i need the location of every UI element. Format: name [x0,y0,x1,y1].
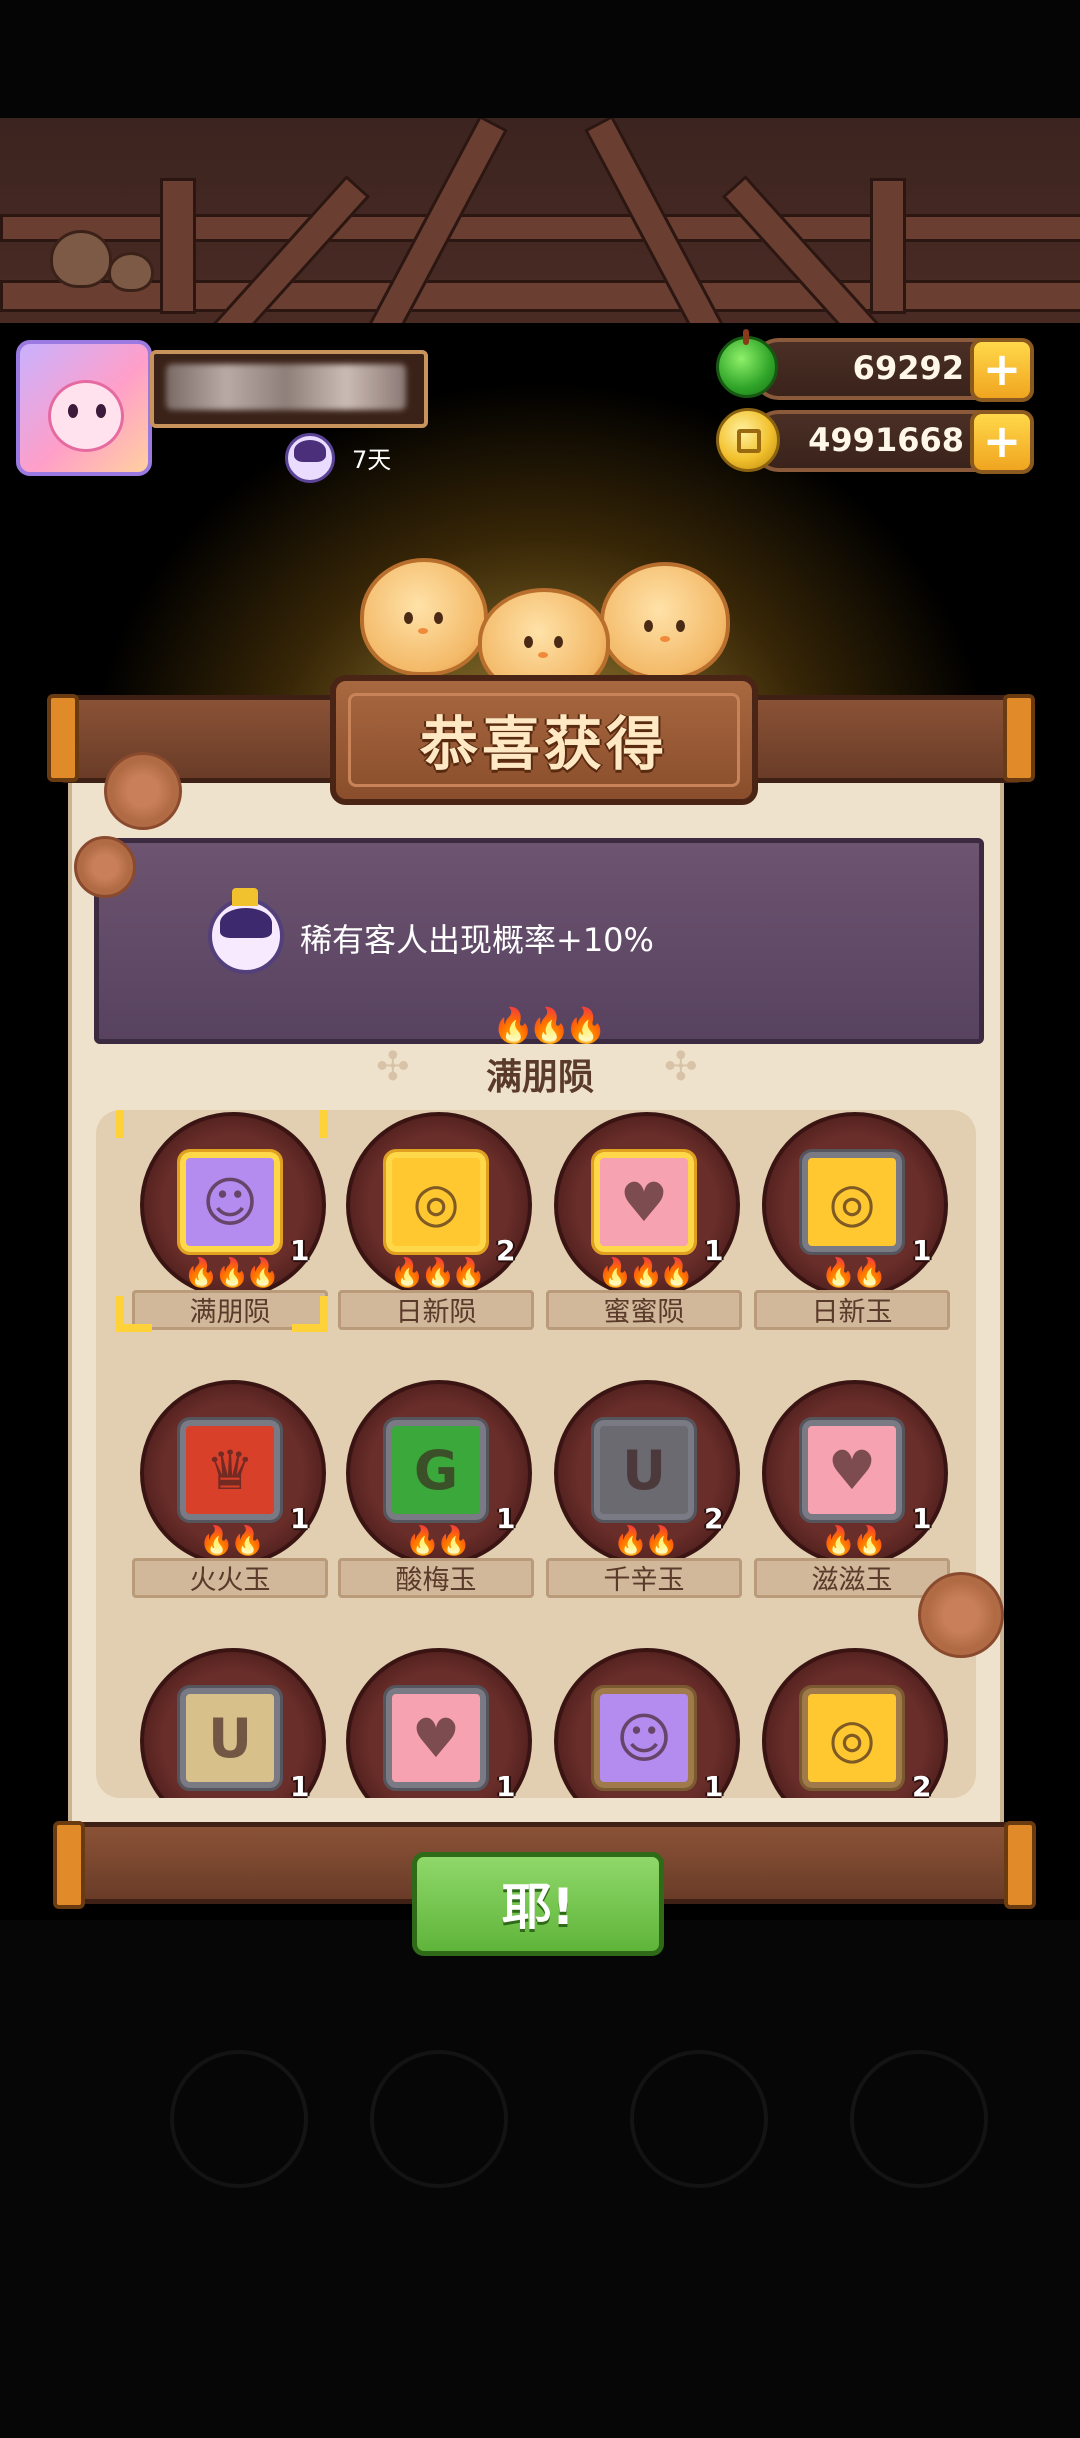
fire-crown-icon: ♛ [177,1417,283,1523]
selection-corner [116,1110,152,1138]
reward-item[interactable]: ☺ 1 [546,1646,746,1798]
item-flames: 🔥🔥 [613,1524,679,1557]
top-bar [0,0,1080,118]
reward-item[interactable]: ♥ 1 [338,1646,538,1798]
reward-item[interactable]: U1 [132,1646,332,1798]
fish-icon: ◎ [383,1149,489,1255]
featured-item-name: 满朋陨 [485,1057,594,1098]
selection-corner [292,1110,328,1138]
rare-guest-icon [208,888,284,974]
player-name-bar [150,350,428,428]
reward-grid[interactable]: ☺ 1 🔥🔥🔥 满朋陨 ◎ 2 🔥🔥🔥 日新陨 ♥ 1 🔥🔥🔥 蜜蜜陨 ◎ 1 🔥🔥 日新玉 ♛ 1 🔥🔥 火火玉 G 1… [96,1110,976,1798]
item-count: 1 [704,1770,724,1798]
dialog-title: 恭喜获得 [419,710,668,778]
swirl-icon: G [383,1417,489,1523]
dumpling-mascot-left [360,558,488,676]
heart-icon: ♥ [591,1149,697,1255]
item-flames: 🔥🔥🔥 [597,1256,695,1289]
item-count: 2 [912,1770,932,1798]
fish-icon: ◎ [799,1149,905,1255]
reward-item[interactable]: ♥ 1 🔥🔥 滋滋玉 [754,1378,954,1618]
background-ghost-items [30,1960,1050,2280]
heart-icon: ♥ [383,1685,489,1791]
selection-corner [116,1296,152,1332]
item-flames: 🔥🔥 [199,1524,265,1557]
fish-icon: ◎ [799,1685,905,1791]
item-name: 千辛玉 [546,1558,742,1598]
featured-flames: 🔥🔥🔥 [492,1006,607,1046]
item-count: 1 [290,1770,310,1798]
confirm-button[interactable]: 耶! [412,1852,664,1956]
item-name: 蜜蜜陨 [546,1290,742,1330]
gem-value: 69292 [852,349,964,387]
item-flames: 🔥🔥 [405,1524,471,1557]
cloud-face-icon: ☺ [177,1149,283,1255]
blurred-name [166,364,406,410]
flower-decoration-icon [104,752,182,830]
item-flames: 🔥🔥 [821,1256,887,1289]
flower-decoration-icon [918,1572,1004,1658]
item-name: 日新陨 [338,1290,534,1330]
reward-item[interactable]: ◎ 2 🔥🔥🔥 日新陨 [338,1110,538,1350]
item-count: 1 [496,1770,516,1798]
reward-item[interactable]: ♛ 1 🔥🔥 火火玉 [132,1378,332,1618]
reward-item[interactable]: ◎ 2 [754,1646,954,1798]
item-flames: 🔥🔥🔥 [389,1256,487,1289]
selection-corner [292,1296,328,1332]
item-name: 火火玉 [132,1558,328,1598]
gem-counter: 69292 + [752,338,1034,402]
reward-item[interactable]: U 2 🔥🔥 千辛玉 [546,1378,746,1618]
item-name: 滋滋玉 [754,1558,950,1598]
coin-value: 4991668 [808,421,964,459]
item-name: 日新玉 [754,1290,950,1330]
guest-avatar-icon [285,433,335,483]
roof-beams [0,118,1080,323]
flower-decoration-icon [74,836,136,898]
item-flames: 🔥🔥🔥 [183,1256,281,1289]
player-avatar[interactable] [16,340,152,476]
gold-coin-icon [716,408,780,472]
reward-item[interactable]: ♥ 1 🔥🔥🔥 蜜蜜陨 [546,1110,746,1350]
item-name: 酸梅玉 [338,1558,534,1598]
bowl-icon: U [591,1417,697,1523]
green-apple-icon [716,329,778,398]
dumpling-mascot-right [600,562,730,680]
days-label: 7天 [352,446,392,474]
heart-icon: ♥ [799,1417,905,1523]
bowl-icon: U [177,1685,283,1791]
add-gems-button[interactable]: + [970,338,1034,402]
reward-item[interactable]: ◎ 1 🔥🔥 日新玉 [754,1110,954,1350]
cloud-face-icon: ☺ [591,1685,697,1791]
coin-counter: 4991668 + [752,410,1034,474]
item-flames: 🔥🔥 [821,1524,887,1557]
bonus-text: 稀有客人出现概率+10% [300,921,654,959]
reward-item[interactable]: G 1 🔥🔥 酸梅玉 [338,1378,538,1618]
add-coins-button[interactable]: + [970,410,1034,474]
